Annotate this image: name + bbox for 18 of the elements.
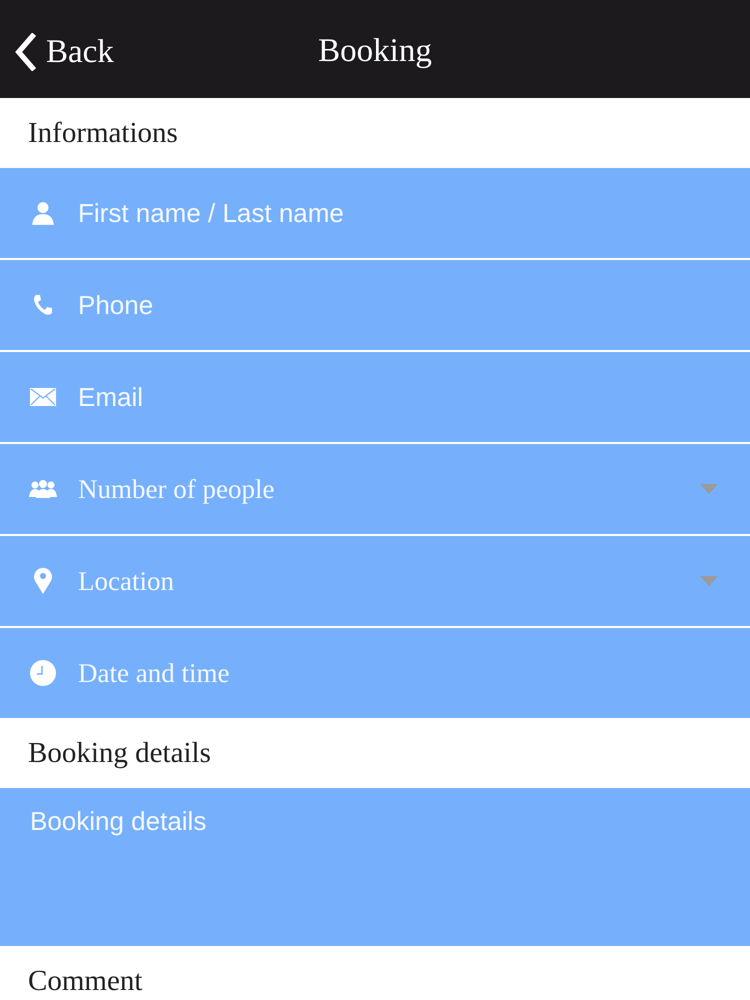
- section-header: Comment: [27, 964, 144, 998]
- caret-down-icon: [700, 576, 718, 586]
- section-header: Booking details: [27, 736, 212, 770]
- envelope-icon: [30, 388, 56, 406]
- phone-icon: [31, 293, 55, 317]
- back-button[interactable]: Back: [0, 33, 114, 71]
- section-header: Informations: [27, 116, 179, 150]
- dropdown-field[interactable]: Number of people: [0, 444, 750, 536]
- clock-icon: [30, 660, 56, 686]
- chevron-left-icon: [14, 33, 36, 71]
- nav-title: Booking: [318, 33, 432, 70]
- dropdown-field[interactable]: Location: [0, 536, 750, 628]
- pin-icon: [33, 567, 53, 595]
- caret-down-icon: [700, 484, 718, 494]
- people-icon: [29, 479, 57, 499]
- text-area[interactable]: Booking details: [0, 788, 750, 946]
- date-field[interactable]: Date and time: [0, 628, 750, 718]
- person-icon: [30, 200, 56, 226]
